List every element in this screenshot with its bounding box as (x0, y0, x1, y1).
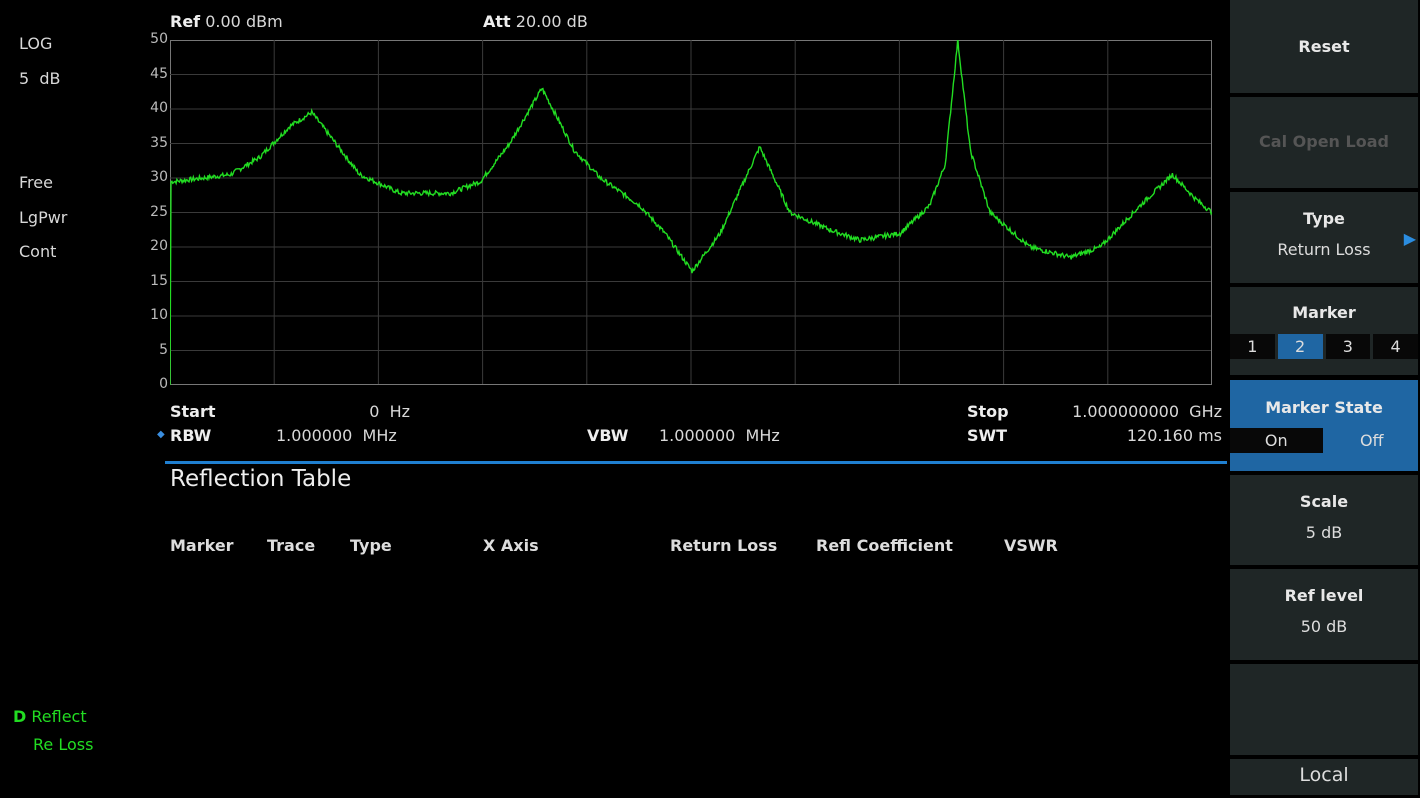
ref-level-button[interactable]: Ref level 50 dB (1230, 569, 1418, 660)
scale-div: 5 dB (19, 69, 61, 88)
ref-level-value: 50 dB (1300, 617, 1348, 636)
scale-label: Scale (1299, 492, 1349, 511)
marker-state-group: Marker State (1230, 380, 1418, 471)
start-readout: Start (170, 402, 216, 421)
stop-value: 1.000000000 GHz (1072, 402, 1222, 421)
col-marker: Marker (170, 536, 234, 555)
marker-group: Marker (1230, 287, 1418, 375)
rbw-label: RBW (170, 426, 212, 445)
table-title: Reflection Table (170, 466, 352, 492)
marker-selector: 1 2 3 4 (1230, 334, 1418, 359)
col-refl-coefficient: Refl Coefficient (816, 536, 953, 555)
type-button[interactable]: Type Return Loss ▶ (1230, 192, 1418, 283)
divider (165, 461, 1227, 464)
rbw-active-icon: ◆ (157, 429, 165, 440)
scale-value: 5 dB (1305, 523, 1343, 542)
marker-1-option[interactable]: 1 (1230, 334, 1275, 359)
marker-state-toggle: On Off (1230, 428, 1418, 453)
marker-2-option[interactable]: 2 (1277, 334, 1323, 359)
att-value: 20.00 dB (515, 12, 588, 31)
att-readout: Att 20.00 dB (483, 12, 588, 31)
trace-plot[interactable] (170, 40, 1212, 385)
y-tick-label: 50 (150, 31, 168, 47)
start-value: 0 Hz (369, 402, 410, 421)
submenu-arrow-icon: ▶ (1403, 229, 1416, 248)
stop-label: Stop (967, 402, 1009, 421)
y-tick-label: 10 (150, 307, 168, 323)
trace-mode: Reflect (31, 707, 87, 726)
y-tick-label: 15 (150, 272, 168, 289)
marker-3-option[interactable]: 3 (1325, 334, 1371, 359)
y-tick-label: 35 (150, 134, 168, 151)
marker-label: Marker (1292, 303, 1356, 322)
vbw-label: VBW (587, 426, 629, 445)
ref-value: 0.00 dBm (205, 12, 283, 31)
marker-4-option[interactable]: 4 (1373, 334, 1418, 359)
softkey-panel: Reset Cal Open Load Type Return Loss ▶ Mar… (1228, 0, 1420, 798)
trace-measure: Re Loss (33, 735, 94, 754)
att-label: Att (483, 12, 511, 31)
spectrum-analyzer-screen: Ref 0.00 dBm Att 20.00 dB LOG 5 dB Free … (0, 0, 1420, 798)
empty-softkey (1230, 664, 1418, 755)
detector-mode: LgPwr (19, 208, 68, 227)
local-label: Local (1299, 764, 1349, 786)
marker-state-label: Marker State (1265, 398, 1383, 417)
y-tick-label: 25 (150, 203, 168, 220)
y-tick-label: 45 (150, 65, 168, 82)
col-x-axis: X Axis (483, 536, 539, 555)
ref-label: Ref (170, 12, 201, 31)
scale-button[interactable]: Scale 5 dB (1230, 475, 1418, 565)
start-label: Start (170, 402, 216, 421)
local-button[interactable]: Local (1230, 759, 1418, 795)
type-label: Type (1303, 209, 1345, 228)
trigger-mode: Free (19, 173, 53, 192)
cal-open-load-label: Cal Open Load (1259, 132, 1389, 151)
ref-level-label: Ref level (1284, 586, 1364, 605)
trace-label: D (13, 707, 27, 726)
reset-button[interactable]: Reset (1230, 0, 1418, 93)
col-vswr: VSWR (1004, 536, 1058, 555)
swt-value: 120.160 ms (1126, 426, 1222, 445)
vbw-value: 1.000000 MHz (659, 426, 780, 445)
y-tick-label: 0 (159, 376, 168, 392)
col-type: Type (350, 536, 392, 555)
y-tick-label: 20 (150, 238, 168, 254)
ref-readout: Ref 0.00 dBm (170, 12, 283, 31)
y-tick-label: 5 (159, 341, 168, 358)
y-tick-label: 40 (150, 100, 168, 116)
reset-label: Reset (1298, 37, 1350, 56)
col-return-loss: Return Loss (670, 536, 778, 555)
marker-state-off[interactable]: Off (1325, 428, 1418, 453)
marker-state-on[interactable]: On (1230, 428, 1323, 453)
trace-indicator: D Reflect (13, 707, 87, 726)
sweep-mode: Cont (19, 242, 57, 261)
type-value: Return Loss (1277, 240, 1371, 259)
col-trace: Trace (267, 536, 316, 555)
y-tick-label: 30 (150, 169, 168, 185)
cal-open-load-button[interactable]: Cal Open Load (1230, 97, 1418, 188)
scale-type: LOG (19, 34, 53, 53)
swt-label: SWT (967, 426, 1008, 445)
rbw-value: 1.000000 MHz (276, 426, 397, 445)
